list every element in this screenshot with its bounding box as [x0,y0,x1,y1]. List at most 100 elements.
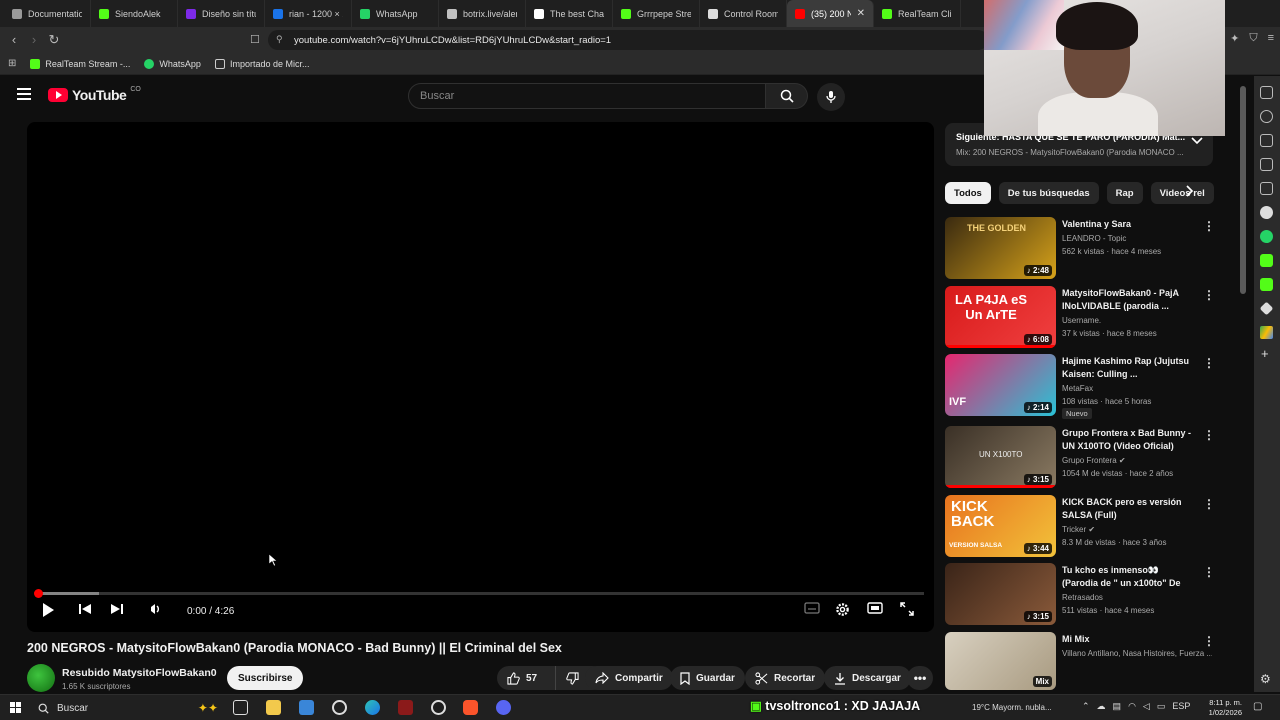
windows-start-icon[interactable] [10,702,21,713]
like-button[interactable]: 57 [497,666,555,690]
wifi-icon[interactable]: ◠ [1128,701,1136,712]
forward-icon[interactable]: › [24,32,44,47]
progress-scrubber[interactable] [34,589,43,598]
apps-grid-icon[interactable]: ⊞ [8,58,16,69]
theater-mode-button[interactable] [867,602,883,614]
recommendation-item[interactable]: LA P4JA eS Un ArTE ♪ 6:08 MatysitoFlowBaka… [945,286,1215,348]
recommendation-title[interactable]: Hajime Kashimo Rap (Jujutsu Kaisen: Cull… [1062,355,1197,381]
taskbar-search[interactable]: Buscar ✦✦ [32,699,218,717]
filter-chip[interactable]: Rap [1106,182,1143,204]
weather-widget[interactable]: 19°C Mayorm. nubla... [972,703,1052,712]
browser-tab[interactable]: Control Room [700,0,787,27]
filter-chip[interactable]: Videos rel [1150,182,1214,204]
browser-tab[interactable]: Documentation [4,0,91,27]
progress-bar[interactable] [34,589,924,598]
sidebar-add-icon[interactable]: + [1261,346,1269,361]
video-thumbnail[interactable]: IVF ♪ 2:14 [945,354,1056,416]
recommendation-item[interactable]: IVF ♪ 2:14 Hajime Kashimo Rap (Jujutsu Kai… [945,354,1215,419]
sidebar-rocket-icon[interactable] [1260,110,1273,123]
site-settings-icon[interactable]: ⚲ [276,34,283,45]
sidebar-whatsapp-icon[interactable] [1260,230,1273,243]
recommendation-channel[interactable]: Grupo Frontera ✔ [1062,456,1212,465]
sidebar-kick-icon-2[interactable] [1260,278,1273,291]
recommendation-title[interactable]: KICK BACK pero es versión SALSA (Full) [1062,496,1197,522]
recommendation-title[interactable]: Tu kcho es inmenso👀 (Parodia de " un x10… [1062,564,1197,590]
share-button[interactable]: Compartir [585,666,673,690]
battery-icon[interactable]: ▭ [1157,701,1166,712]
recommendation-item[interactable]: Mix Mi Mix Villano Antillano, Nasa Histoir… [945,632,1215,690]
chevron-down-icon[interactable] [1191,137,1203,145]
notification-icon[interactable]: ▢ [1253,701,1262,712]
youtube-logo[interactable]: YouTube CO [48,86,141,103]
subscribe-button[interactable]: Suscribirse [227,666,304,690]
keyboard-language[interactable]: ESP [1172,701,1190,712]
video-thumbnail[interactable]: LA P4JA eS Un ArTE ♪ 6:08 [945,286,1056,348]
edge-icon[interactable] [365,700,380,715]
sidebar-panel-icon[interactable] [1260,86,1273,99]
browser-tab[interactable]: SiendoAlek [91,0,178,27]
recommendation-title[interactable]: Grupo Frontera x Bad Bunny - UN X100TO (… [1062,427,1197,453]
browser-tab[interactable]: The best ChatB [526,0,613,27]
settings-button[interactable] [835,602,850,617]
reload-icon[interactable]: ↻ [44,32,64,48]
more-actions-button[interactable]: ••• [907,666,933,690]
file-explorer-icon[interactable] [266,700,281,715]
recommendation-item[interactable]: ♪ 3:15 Tu kcho es inmenso👀 (Parodia de " … [945,563,1215,625]
browser-tab[interactable]: RealTeam Clips [874,0,961,27]
gear-app-icon[interactable] [332,700,347,715]
menu-icon[interactable]: ≡ [1268,32,1274,45]
recommendation-channel[interactable]: Tricker ✔ [1062,525,1212,534]
speaker-icon[interactable]: ◁ [1143,701,1150,712]
back-icon[interactable]: ‹ [4,32,24,47]
more-vertical-icon[interactable]: ⋮ [1203,288,1215,302]
sidebar-settings-icon[interactable]: ⚙ [1260,672,1271,686]
browser-tab[interactable]: Diseño sin título [178,0,265,27]
recommendation-title[interactable]: MatysitoFlowBakan0 - PajA INoLVIDABLE (p… [1062,287,1197,313]
more-vertical-icon[interactable]: ⋮ [1203,428,1215,442]
browser-tab[interactable]: botrix.live/alert [439,0,526,27]
more-vertical-icon[interactable]: ⋮ [1203,634,1215,648]
hamburger-menu-icon[interactable] [17,88,31,100]
chevron-up-icon[interactable]: ⌃ [1082,701,1090,712]
more-vertical-icon[interactable]: ⋮ [1203,356,1215,370]
sidebar-globe-icon[interactable] [1260,206,1273,219]
recommendation-title[interactable]: Mi Mix [1062,633,1197,646]
brave-icon[interactable] [463,700,478,715]
more-vertical-icon[interactable]: ⋮ [1203,219,1215,233]
obs-icon[interactable] [431,700,446,715]
recommendation-title[interactable]: Valentina y Sara [1062,218,1197,231]
url-field[interactable]: ⚲ youtube.com/watch?v=6jYUhruLCDw&list=R… [268,30,988,50]
tab-close-icon[interactable]: ✕ [857,8,865,19]
sidebar-kick-icon[interactable] [1260,254,1273,267]
browser-tab[interactable]: Grrrpepe Stream [613,0,700,27]
puzzle-icon[interactable]: ✦ [1230,32,1239,45]
filter-chip[interactable]: Todos [945,182,991,204]
recommendation-channel[interactable]: Username. [1062,316,1212,325]
more-vertical-icon[interactable]: ⋮ [1203,497,1215,511]
sidebar-wallet-icon[interactable] [1260,134,1273,147]
video-thumbnail[interactable]: KICK BACK VERSION SALSA ♪ 3:44 [945,495,1056,557]
previous-button[interactable] [78,602,92,616]
bookmark-folder[interactable]: Importado de Micr... [214,58,310,69]
video-player[interactable]: 0:00 / 4:26 [27,122,934,632]
clip-button[interactable]: Recortar [745,666,826,690]
search-input[interactable]: Buscar [408,83,766,109]
page-scrollbar[interactable] [1240,86,1246,294]
browser-tab[interactable]: WhatsApp [352,0,439,27]
network-icon[interactable]: ▤ [1113,701,1122,712]
video-thumbnail[interactable]: UN X100TO ♪ 3:15 [945,426,1056,488]
bookmark-icon[interactable]: ☐ [250,33,260,46]
recommendation-channel[interactable]: Villano Antillano, Nasa Histoires, Fuerz… [1062,649,1212,658]
shield-icon[interactable]: ⛉ [1249,32,1257,45]
clock[interactable]: 8:11 p. m. 1/02/2026 [1200,698,1242,718]
recommendation-item[interactable]: THE GOLDEN ♪ 2:48 Valentina y Sara LEANDRO … [945,217,1215,279]
search-button[interactable] [766,83,808,109]
chevron-right-icon[interactable] [1186,185,1194,197]
recommendation-channel[interactable]: LEANDRO - Topic [1062,234,1212,243]
sidebar-reading-icon[interactable] [1260,158,1273,171]
discord-icon[interactable] [496,700,511,715]
sidebar-gem-icon[interactable] [1259,301,1274,316]
video-thumbnail[interactable]: THE GOLDEN ♪ 2:48 [945,217,1056,279]
browser-tab[interactable]: (35) 200 N ✕ [787,0,874,27]
channel-name[interactable]: Resubido MatysitoFlowBakan0 [62,667,217,679]
